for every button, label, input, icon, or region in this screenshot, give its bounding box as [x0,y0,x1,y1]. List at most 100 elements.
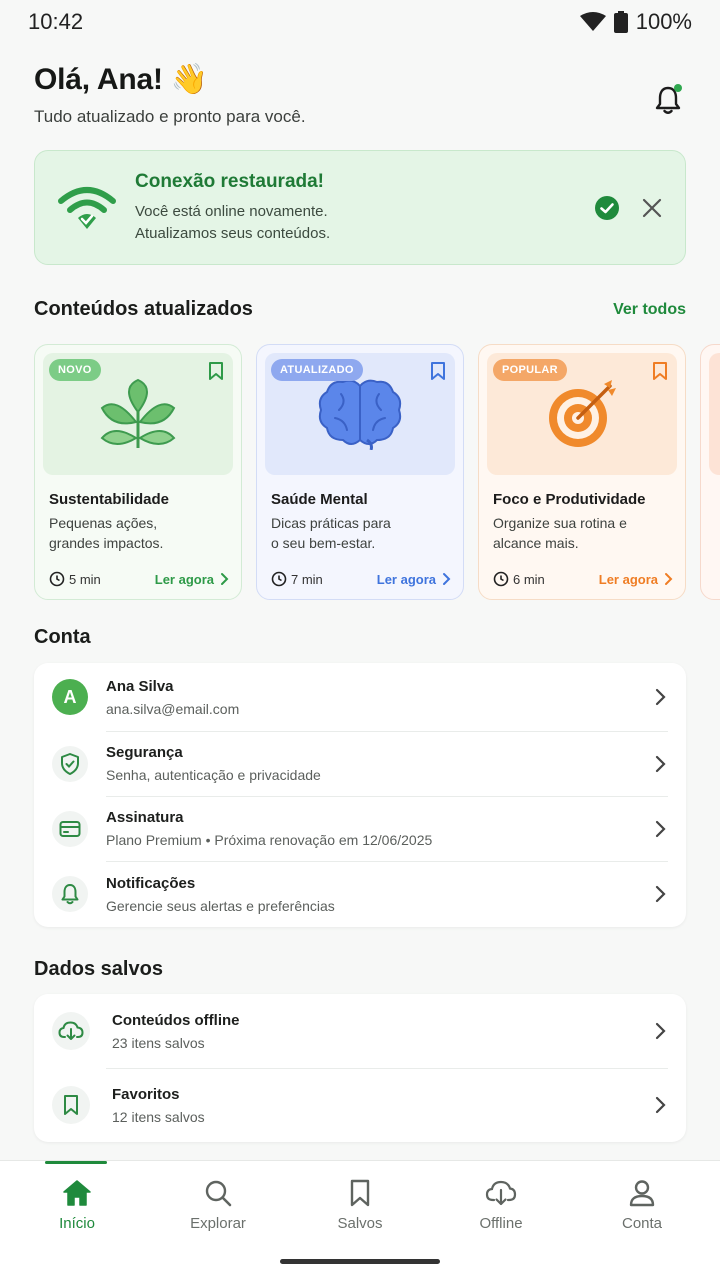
nav-tab-offline[interactable]: Offline [451,1179,551,1232]
account-panel: A Ana Silva ana.silva@email.com Seguranç… [34,663,686,927]
card-time-label: 6 min [513,571,545,587]
nav-label: Explorar [190,1215,246,1232]
status-time: 10:42 [28,9,84,34]
nav-label: Conta [621,1215,663,1232]
card-description: Pequenas ações, grandes impactos. [49,513,229,553]
chevron-right-icon [655,688,666,706]
bookmark-icon[interactable] [651,361,669,381]
card-read-time: 7 min [271,571,323,587]
close-icon[interactable] [641,197,663,219]
nav-label: Salvos [337,1215,383,1232]
banner-line-1: Você está online novamente. [135,202,328,220]
greeting: Olá, Ana! 👋 [34,63,209,96]
target-icon [549,380,616,447]
row-icon-wrap [52,876,88,912]
row-title: Segurança [106,744,183,761]
row-subtitle: Plano Premium • Próxima renovação em 12/… [106,832,433,848]
clock-icon [271,571,287,587]
nav-label: Offline [479,1215,523,1232]
avatar: A [52,679,88,715]
card-read-time: 5 min [49,571,101,587]
card-description: Organize sua rotina e alcance mais. [493,513,673,553]
active-tab-indicator [45,1161,107,1164]
wifi-check-icon [58,186,116,229]
card-badge: NOVO [49,359,101,381]
read-now-label: Ler agora [376,571,436,587]
row-subtitle: Gerencie seus alertas e preferências [106,897,335,914]
leaf-icon [100,378,176,448]
saved-row-offline[interactable]: Conteúdos offline 23 itens salvos [34,994,686,1068]
card-read-time: 6 min [493,571,545,587]
status-bar: 10:42 100% [0,0,720,44]
section-title-updated: Conteúdos atualizados [34,298,253,320]
updated-section-header: Conteúdos atualizados Ver todos [34,298,686,321]
card-desc-line-1: Organize sua rotina e [493,515,627,531]
read-now-link[interactable]: Ler agora [599,572,673,587]
card-title: Foco e Produtividade [493,491,646,508]
row-title: Ana Silva [106,677,174,695]
section-title-account: Conta [34,626,91,648]
account-section-header: Conta [34,626,686,649]
card-desc-line-2: grandes impactos. [49,535,164,551]
bookmark-icon[interactable] [207,361,225,381]
account-row-security[interactable]: Segurança Senha, autenticação e privacid… [34,731,686,796]
read-now-link[interactable]: Ler agora [377,572,451,587]
banner-title: Conexão restaurada! [135,170,325,192]
card-desc-line-1: Pequenas ações, [49,515,158,531]
read-now-link[interactable]: Ler agora [155,572,229,587]
connection-banner: Conexão restaurada! Você está online nov… [34,150,686,265]
cloud-download-icon [485,1180,517,1206]
check-circle-icon [595,195,619,220]
nav-tab-inicio[interactable]: Início [27,1179,127,1232]
wifi-signal-icon [579,12,606,31]
chevron-right-icon [221,573,229,585]
content-card-sustentabilidade[interactable]: NOVO Sustentabilidade Pequenas ações, gr… [34,344,242,600]
nav-label: Início [59,1215,95,1232]
chevron-right-icon [665,573,673,585]
saved-section-header: Dados salvos [34,958,686,981]
chevron-right-icon [655,820,666,837]
read-now-label: Ler agora [154,571,214,587]
bell-icon [61,884,79,905]
bookmark-icon [350,1179,370,1207]
row-icon-wrap [52,745,88,782]
banner-message: Você está online novamente. Atualizamos … [135,201,595,245]
card-title: Sustentabilidade [49,491,170,508]
card-icon [59,820,81,837]
nav-tab-conta[interactable]: Conta [592,1179,692,1232]
account-row-subscription[interactable]: Assinatura Plano Premium • Próxima renov… [34,796,686,861]
content-card-foco-produtividade[interactable]: POPULAR Foco e Produtividade Organize su… [478,344,686,600]
see-all-link[interactable]: Ver todos [613,301,686,319]
saved-row-favorites[interactable]: Favoritos 12 itens salvos [34,1068,686,1142]
search-icon [205,1180,232,1207]
account-row-notifications[interactable]: Notificações Gerencie seus alertas e pre… [34,861,686,927]
battery-icon [613,11,628,33]
notification-dot [674,84,682,92]
row-title: Favoritos [112,1085,180,1103]
notifications-button[interactable] [650,82,686,118]
nav-tab-salvos[interactable]: Salvos [310,1179,410,1232]
row-subtitle: 12 itens salvos [112,1108,205,1125]
card-description: Dicas práticas para o seu bem-estar. [271,513,451,553]
greeting-subtitle: Tudo atualizado e pronto para você. [34,107,306,126]
row-title: Conteúdos offline [112,1011,240,1029]
banner-line-2: Atualizamos seus conteúdos. [135,224,331,242]
card-desc-line-1: Dicas práticas para [271,515,391,531]
bookmark-icon[interactable] [429,361,447,381]
cloud-download-icon [58,1021,84,1040]
chevron-right-icon [443,573,451,585]
account-row-profile[interactable]: A Ana Silva ana.silva@email.com [34,663,686,731]
row-subtitle: ana.silva@email.com [106,700,240,717]
chevron-right-icon [655,755,666,772]
read-now-label: Ler agora [598,571,658,587]
row-title: Notificações [106,874,196,892]
chevron-right-icon [655,1022,666,1040]
nav-tab-explorar[interactable]: Explorar [168,1179,268,1232]
content-card-peek[interactable] [700,344,720,600]
chevron-right-icon [655,1096,666,1114]
home-indicator[interactable] [280,1259,440,1264]
card-title: Saúde Mental [271,491,368,508]
content-carousel[interactable]: NOVO Sustentabilidade Pequenas ações, gr… [34,344,720,602]
content-card-saude-mental[interactable]: ATUALIZADO Saúde Mental Dicas práticas p… [256,344,464,600]
section-title-saved: Dados salvos [34,958,163,980]
